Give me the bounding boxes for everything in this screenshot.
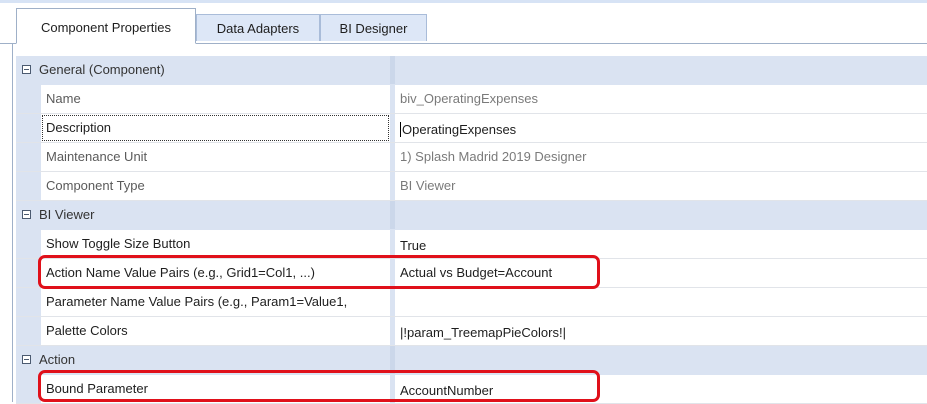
category-label: General (Component) — [39, 62, 165, 77]
property-row-name[interactable]: Name biv_OperatingExpenses — [16, 85, 927, 114]
property-row-action-name-value-pairs[interactable]: Action Name Value Pairs (e.g., Grid1=Col… — [16, 259, 927, 288]
property-label: Bound Parameter — [41, 375, 390, 403]
tab-data-adapters[interactable]: Data Adapters — [196, 14, 320, 41]
property-value: biv_OperatingExpenses — [395, 85, 927, 113]
tab-strip: Component Properties Data Adapters BI De… — [0, 4, 927, 44]
tab-bi-designer[interactable]: BI Designer — [320, 14, 427, 41]
collapse-icon[interactable] — [22, 355, 31, 364]
property-value: 1) Splash Madrid 2019 Designer — [395, 143, 927, 171]
property-row-parameter-name-value-pairs[interactable]: Parameter Name Value Pairs (e.g., Param1… — [16, 288, 927, 317]
property-label: Parameter Name Value Pairs (e.g., Param1… — [41, 288, 390, 316]
editor-text: OperatingExpenses — [402, 122, 517, 137]
property-row-maintenance-unit[interactable]: Maintenance Unit 1) Splash Madrid 2019 D… — [16, 143, 927, 172]
tab-component-properties[interactable]: Component Properties — [16, 8, 196, 44]
property-value: BI Viewer — [395, 172, 927, 200]
property-label: Maintenance Unit — [41, 143, 390, 171]
row-gutter — [16, 288, 41, 316]
property-value-editor[interactable]: OperatingExpenses — [395, 114, 927, 142]
category-bi-viewer[interactable]: BI Viewer — [16, 201, 927, 230]
property-label: Palette Colors — [41, 317, 390, 345]
property-value[interactable]: Actual vs Budget=Account — [395, 259, 927, 287]
property-row-description[interactable]: Description OperatingExpenses — [16, 114, 927, 143]
property-row-show-toggle-size-button[interactable]: Show Toggle Size Button True — [16, 230, 927, 259]
category-general[interactable]: General (Component) — [16, 56, 927, 85]
property-value[interactable]: AccountNumber — [395, 375, 927, 403]
property-label: Action Name Value Pairs (e.g., Grid1=Col… — [41, 259, 390, 287]
panel-left-border — [12, 44, 13, 402]
category-label: BI Viewer — [39, 207, 95, 222]
window-top-border — [0, 0, 927, 3]
row-gutter — [16, 317, 41, 345]
property-label: Description — [41, 114, 390, 142]
property-label: Show Toggle Size Button — [41, 230, 390, 258]
property-row-palette-colors[interactable]: Palette Colors |!param_TreemapPieColors!… — [16, 317, 927, 346]
property-value[interactable]: |!param_TreemapPieColors!| — [395, 317, 927, 345]
row-gutter — [16, 375, 41, 403]
property-value[interactable] — [395, 288, 927, 316]
column-divider — [390, 56, 395, 84]
property-row-component-type[interactable]: Component Type BI Viewer — [16, 172, 927, 201]
text-caret — [400, 122, 401, 137]
category-action[interactable]: Action — [16, 346, 927, 375]
category-label: Action — [39, 352, 76, 367]
collapse-icon[interactable] — [22, 65, 31, 74]
column-divider — [390, 201, 395, 229]
row-gutter — [16, 259, 41, 287]
row-gutter — [16, 85, 41, 113]
row-gutter — [16, 172, 41, 200]
row-gutter — [16, 143, 41, 171]
property-value[interactable]: True — [395, 230, 927, 258]
row-gutter — [16, 114, 41, 142]
row-gutter — [16, 230, 41, 258]
property-label: Component Type — [41, 172, 390, 200]
property-grid: General (Component) Name biv_OperatingEx… — [16, 56, 927, 404]
column-divider — [390, 346, 395, 374]
property-label: Name — [41, 85, 390, 113]
collapse-icon[interactable] — [22, 210, 31, 219]
property-row-bound-parameter[interactable]: Bound Parameter AccountNumber — [16, 375, 927, 404]
